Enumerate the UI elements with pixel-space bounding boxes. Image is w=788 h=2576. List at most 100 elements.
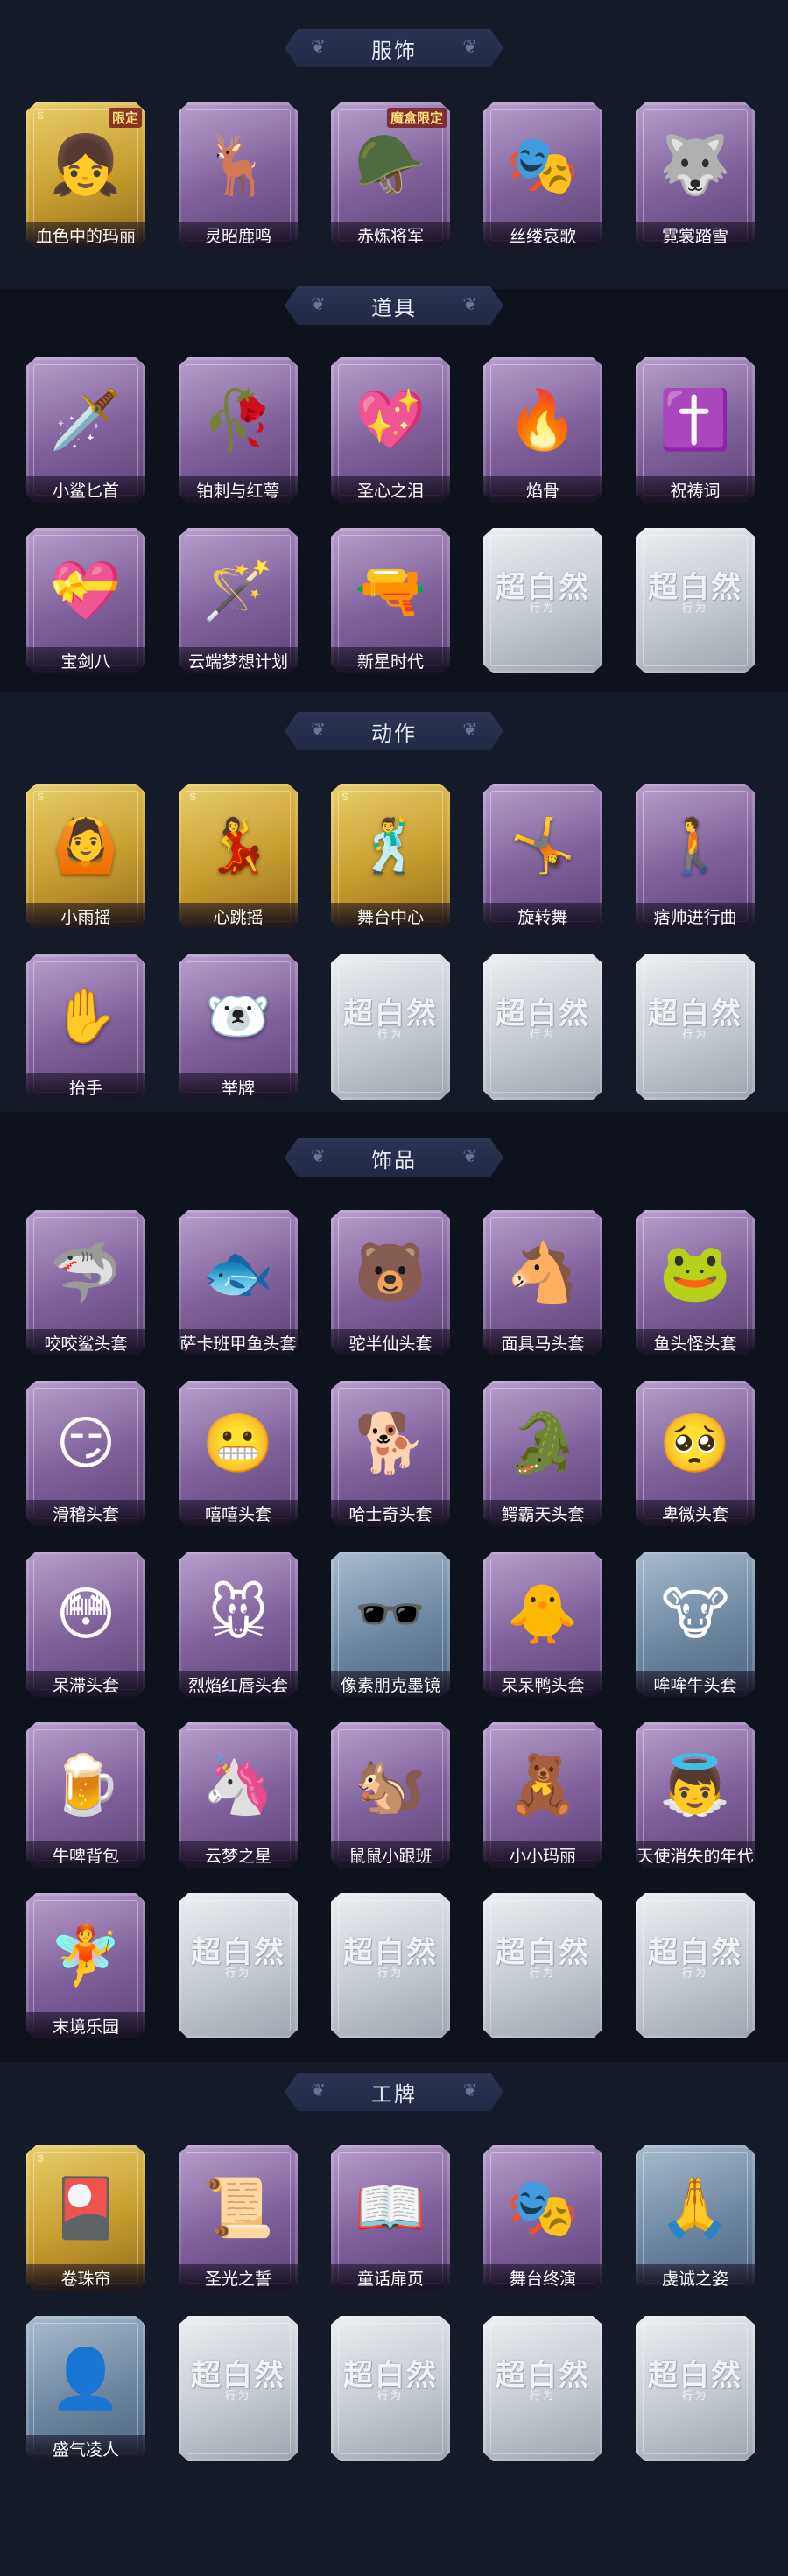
placeholder-subtitle: 行为 — [529, 2389, 556, 2402]
placeholder-subtitle: 行为 — [224, 2389, 251, 2402]
item-card[interactable]: 😬 嘻嘻头套 — [179, 1381, 298, 1526]
item-label: 舞台终演 — [483, 2264, 602, 2291]
item-card[interactable]: 🐸 鱼头怪头套 — [636, 1210, 755, 1355]
item-icon: 🐸 — [658, 1240, 732, 1305]
item-icon: 🐮 — [660, 1581, 730, 1646]
item-icon: 🐿️ — [354, 1752, 427, 1817]
item-card[interactable]: 📜 圣光之誓 — [179, 2145, 298, 2291]
item-card[interactable]: 🪖 魔盒限定 赤炼将军 — [331, 102, 450, 248]
item-card[interactable]: 🚶 痞帅进行曲 — [636, 784, 755, 929]
item-card[interactable]: 😏 滑稽头套 — [26, 1381, 145, 1526]
item-label: 滑稽头套 — [26, 1500, 145, 1526]
accessories-grid: 🦈 咬咬鲨头套 🐟 萨卡班甲鱼头套 🐻 驼半仙头套 🐴 面具马头套 🐸 鱼头怪头套 😏 滑稽头套 😬 嘻嘻… — [26, 1210, 755, 2038]
item-label: 举牌 — [179, 1073, 298, 1100]
item-icon: 🐺 — [658, 132, 732, 197]
item-card[interactable]: 💝 宝剑八 — [26, 528, 145, 673]
item-icon: 🧸 — [506, 1752, 580, 1817]
item-label: 圣心之泪 — [331, 476, 450, 503]
item-card[interactable]: 🔥 焰骨 — [483, 357, 602, 503]
item-label: 天使消失的年代 — [636, 1841, 755, 1868]
item-card[interactable]: 🐻‍❄️ 举牌 — [179, 954, 298, 1100]
item-card[interactable]: 🕺 S 舞台中心 — [331, 784, 450, 929]
limited-badge: 限定 — [108, 108, 142, 128]
item-icon: 🙆 — [53, 816, 119, 875]
locked-item-card[interactable]: 超白然 行为 — [636, 1893, 755, 2038]
item-card[interactable]: 🐺 霓裳踏雪 — [636, 102, 755, 248]
locked-item-card[interactable]: 超白然 行为 — [179, 1893, 298, 2038]
item-card[interactable]: 🕶️ 像素朋克墨镜 — [331, 1552, 450, 1697]
item-card[interactable]: 🐴 面具马头套 — [483, 1210, 602, 1355]
locked-item-card[interactable]: 超白然 行为 — [179, 2316, 298, 2461]
item-card[interactable]: 🦄 云梦之星 — [179, 1722, 298, 1868]
item-card[interactable]: 🐟 萨卡班甲鱼头套 — [179, 1210, 298, 1355]
item-card[interactable]: 🗡️ 小鲨匕首 — [26, 357, 145, 503]
item-card[interactable]: 🙏 虔诚之姿 — [636, 2145, 755, 2291]
section-title: 动作 — [371, 721, 417, 746]
item-label: 鱼头怪头套 — [636, 1329, 755, 1355]
item-icon: 🍺 — [49, 1752, 123, 1817]
item-card[interactable]: 🐭 烈焰红唇头套 — [179, 1552, 298, 1697]
item-label: 末境乐园 — [26, 2012, 145, 2038]
section-header-clothing: ❦ 服饰 ❦ — [285, 29, 503, 67]
item-label: 祝祷词 — [636, 476, 755, 503]
item-icon: 🦈 — [49, 1240, 123, 1305]
item-card[interactable]: 📖 童话扉页 — [331, 2145, 450, 2291]
item-card[interactable]: 🐥 呆呆鸭头套 — [483, 1552, 602, 1697]
item-card[interactable]: 😳 呆滞头套 — [26, 1552, 145, 1697]
item-card[interactable]: 🪄 云端梦想计划 — [179, 528, 298, 673]
locked-item-card[interactable]: 超白然 行为 — [483, 1893, 602, 2038]
item-icon: 🐟 — [201, 1240, 275, 1305]
item-label: 焰骨 — [483, 476, 602, 503]
item-card[interactable]: 👼 天使消失的年代 — [636, 1722, 755, 1868]
item-card[interactable]: 🐿️ 鼠鼠小跟班 — [331, 1722, 450, 1868]
locked-item-card[interactable]: 超白然 行为 — [331, 2316, 450, 2461]
item-card[interactable]: 🦌 灵昭鹿鸣 — [179, 102, 298, 248]
item-card[interactable]: 🤸 旋转舞 — [483, 784, 602, 929]
item-label: 驼半仙头套 — [331, 1329, 450, 1355]
item-card[interactable]: 🍺 牛啤背包 — [26, 1722, 145, 1868]
locked-item-card[interactable]: 超白然 行为 — [483, 528, 602, 673]
locked-item-card[interactable]: 超白然 行为 — [331, 954, 450, 1100]
item-card[interactable]: ✝️ 祝祷词 — [636, 357, 755, 503]
item-card[interactable]: 👤 盛气凌人 — [26, 2316, 145, 2461]
item-label: 旋转舞 — [483, 903, 602, 929]
item-card[interactable]: 🎭 舞台终演 — [483, 2145, 602, 2291]
item-card[interactable]: 🎴 S 卷珠帘 — [26, 2145, 145, 2291]
ornament-icon: ❦ — [462, 38, 477, 57]
locked-item-card[interactable]: 超白然 行为 — [483, 2316, 602, 2461]
locked-item-card[interactable]: 超白然 行为 — [331, 1893, 450, 2038]
item-card[interactable]: ✋ 抬手 — [26, 954, 145, 1100]
placeholder-subtitle: 行为 — [224, 1967, 251, 1979]
placeholder-subtitle: 行为 — [529, 1028, 556, 1040]
ornament-icon: ❦ — [311, 2081, 326, 2101]
item-icon: 📜 — [201, 2175, 275, 2240]
item-icon: 🪄 — [201, 558, 275, 623]
item-label: 心跳摇 — [179, 903, 298, 929]
locked-item-card[interactable]: 超白然 行为 — [636, 528, 755, 673]
item-card[interactable]: 🐮 哞哞牛头套 — [636, 1552, 755, 1697]
locked-item-card[interactable]: 超白然 行为 — [636, 954, 755, 1100]
item-label: 小鲨匕首 — [26, 476, 145, 503]
item-card[interactable]: 🐻 驼半仙头套 — [331, 1210, 450, 1355]
item-card[interactable]: 🧸 小小玛丽 — [483, 1722, 602, 1868]
item-card[interactable]: 🧚 末境乐园 — [26, 1893, 145, 2038]
section-header-props: ❦ 道具 ❦ — [285, 286, 503, 325]
item-card[interactable]: 💖 圣心之泪 — [331, 357, 450, 503]
item-card[interactable]: 🎭 丝缕哀歌 — [483, 102, 602, 248]
item-card[interactable]: 🥀 铂刺与红萼 — [179, 357, 298, 503]
item-card[interactable]: 🐕 哈士奇头套 — [331, 1381, 450, 1526]
item-card[interactable]: 🔫 新星时代 — [331, 528, 450, 673]
item-card[interactable]: 👧 限定 S 血色中的玛丽 — [26, 102, 145, 248]
item-card[interactable]: 🙆 S 小雨摇 — [26, 784, 145, 929]
item-icon: 😏 — [55, 1411, 116, 1475]
item-card[interactable]: 💃 S 心跳摇 — [179, 784, 298, 929]
item-card[interactable]: 🥺 卑微头套 — [636, 1381, 755, 1526]
item-icon: 🐊 — [506, 1411, 580, 1475]
clothing-grid: 👧 限定 S 血色中的玛丽 🦌 灵昭鹿鸣 🪖 魔盒限定 赤炼将军 🎭 丝缕哀歌 🐺 霓裳踏雪 — [26, 102, 755, 248]
locked-item-card[interactable]: 超白然 行为 — [483, 954, 602, 1100]
item-label: 铂刺与红萼 — [179, 476, 298, 503]
locked-item-card[interactable]: 超白然 行为 — [636, 2316, 755, 2461]
item-card[interactable]: 🐊 鳄霸天头套 — [483, 1381, 602, 1526]
item-card[interactable]: 🦈 咬咬鲨头套 — [26, 1210, 145, 1355]
item-icon: 🎭 — [506, 132, 580, 197]
